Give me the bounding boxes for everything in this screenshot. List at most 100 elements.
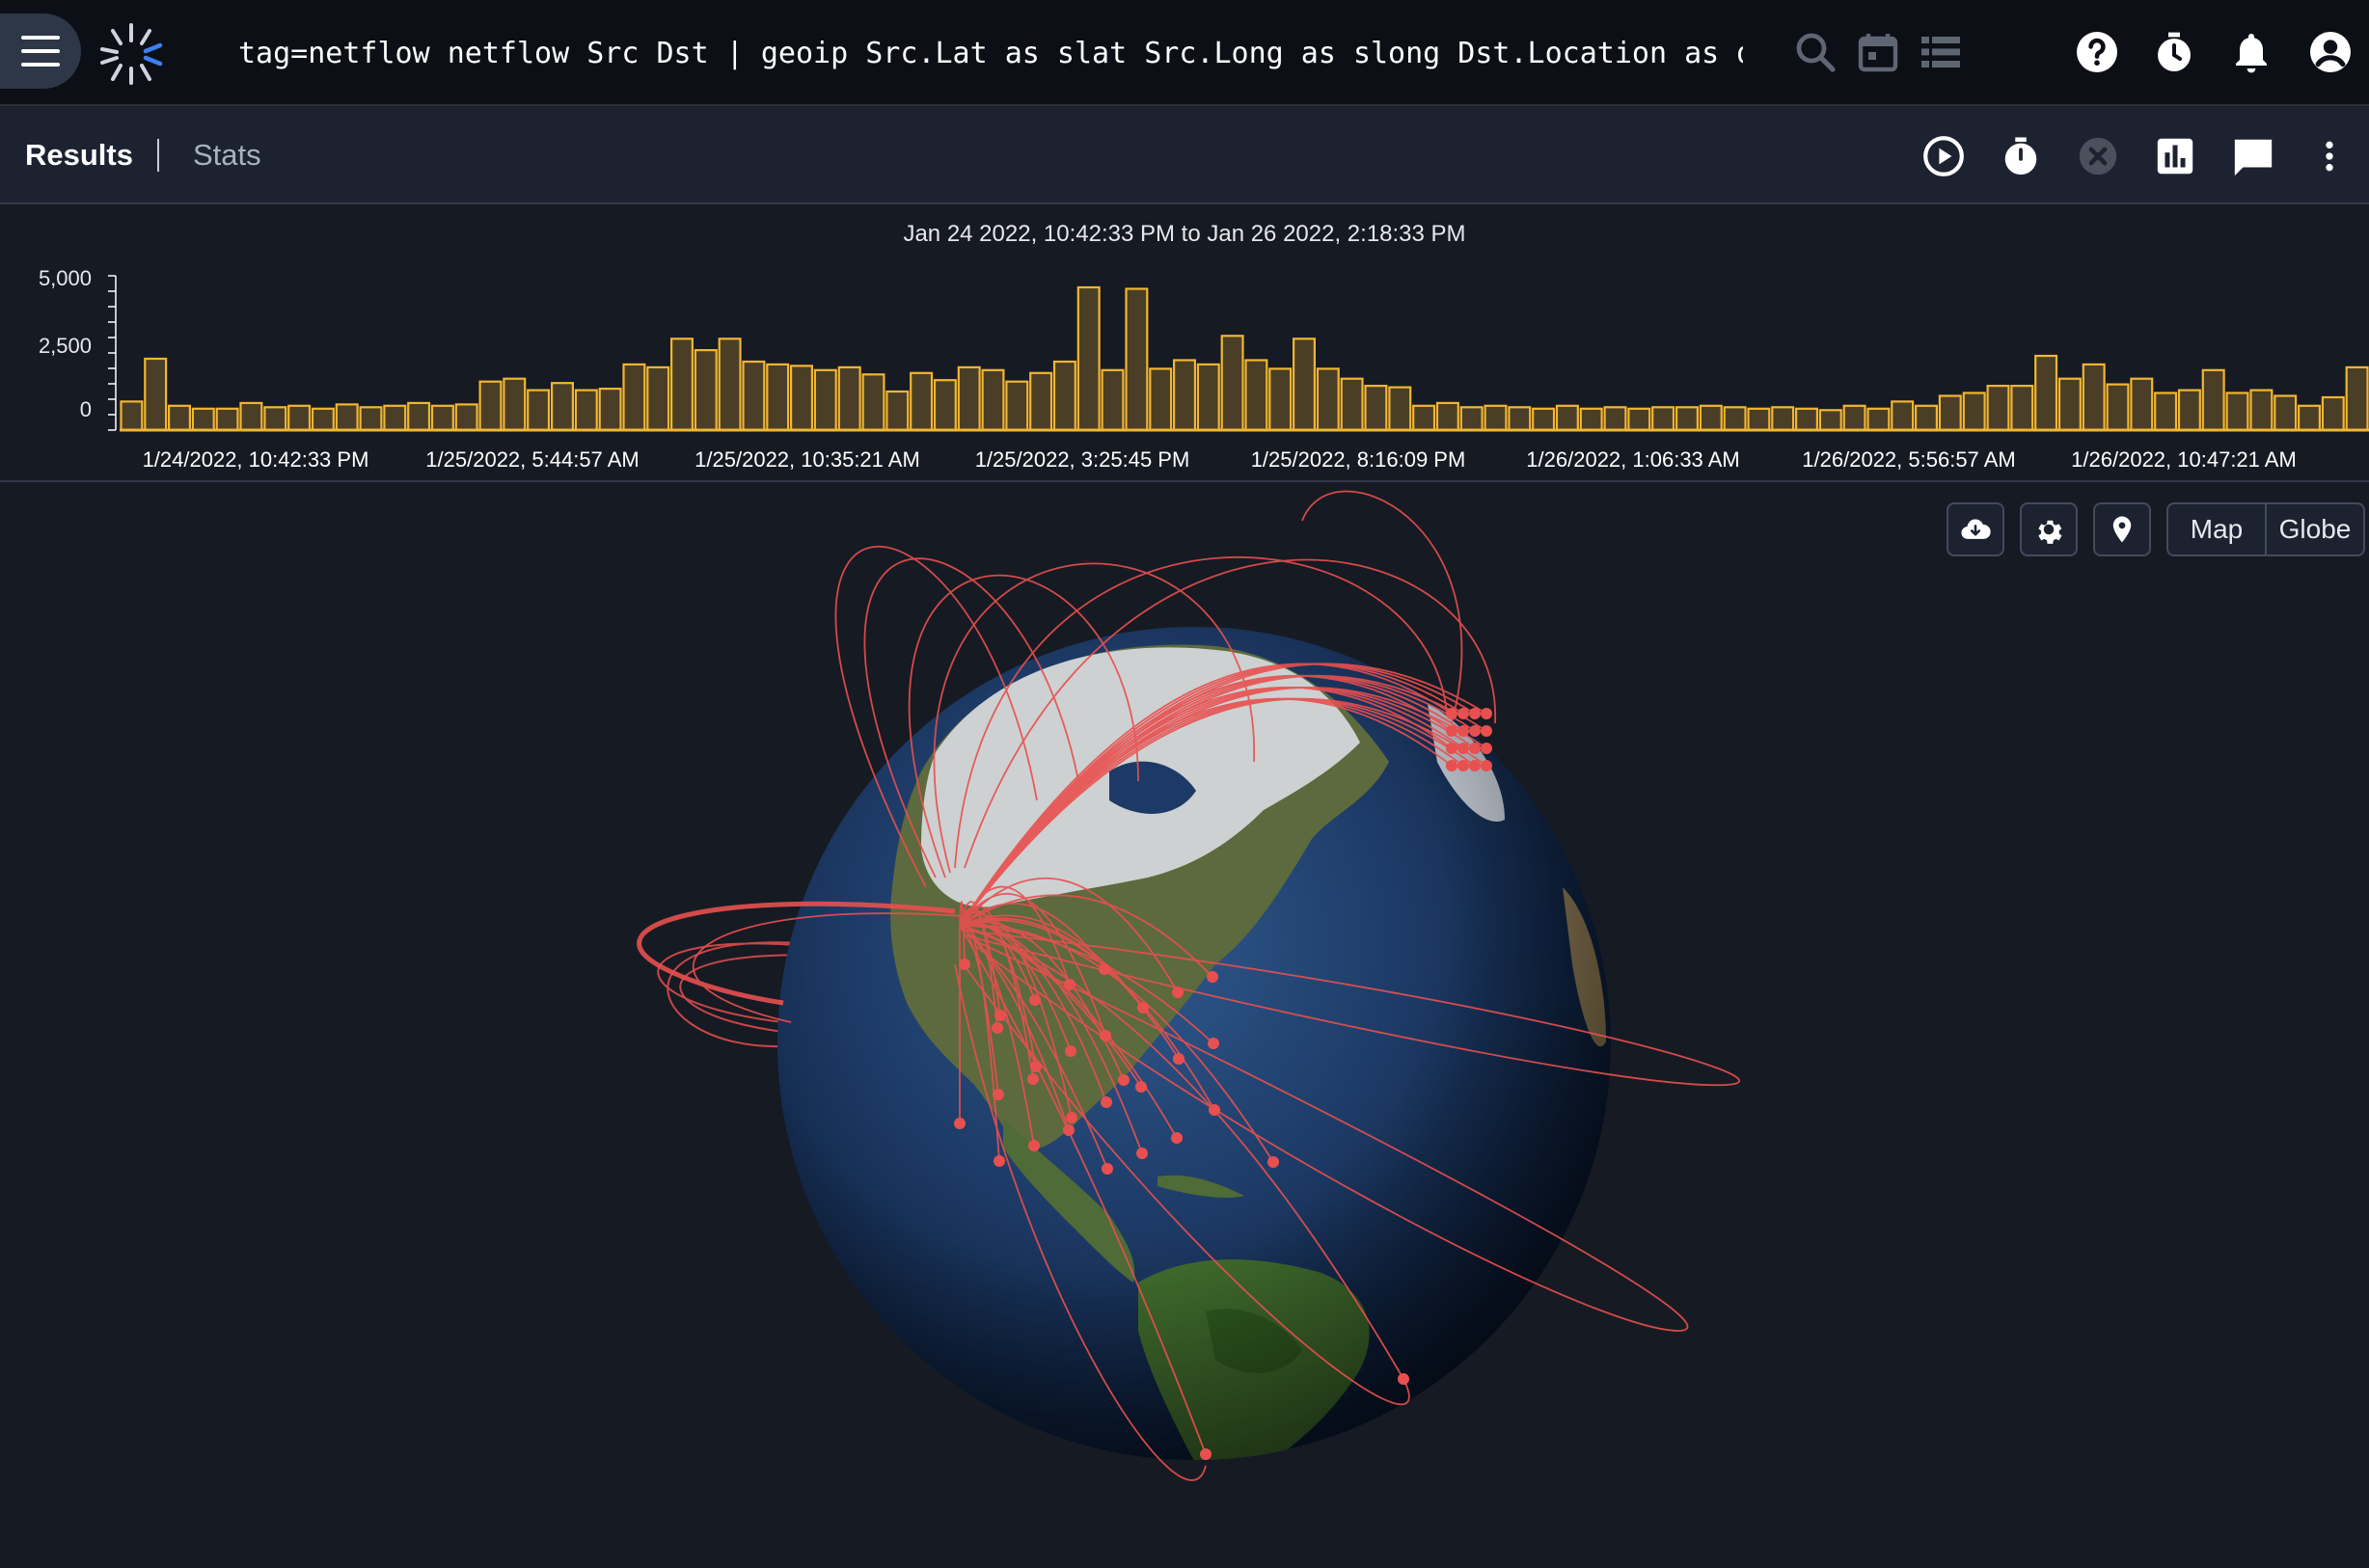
location-dot[interactable] [994,1010,1006,1021]
location-dot[interactable] [1481,708,1492,719]
histogram-bar[interactable] [287,404,312,432]
histogram-bar[interactable] [144,357,168,432]
location-dot[interactable] [1099,963,1110,975]
location-dot[interactable] [1481,760,1492,771]
histogram-bar[interactable] [1962,392,1986,432]
histogram-bar[interactable] [1029,371,1053,432]
play-circle-icon[interactable] [1921,134,1966,178]
histogram-bar[interactable] [742,360,766,432]
histogram-bar[interactable] [1412,404,1436,432]
location-dot[interactable] [1207,971,1218,983]
location-dot[interactable] [1102,1163,1113,1175]
stopwatch-icon[interactable] [1999,134,2043,178]
location-dot[interactable] [1063,1124,1075,1136]
location-dot[interactable] [1030,1061,1042,1072]
histogram-bar[interactable] [574,389,598,432]
location-button[interactable] [2093,502,2151,556]
histogram-bar[interactable] [1316,367,1340,432]
location-dot[interactable] [1171,1132,1183,1144]
location-dot[interactable] [1066,1112,1077,1123]
location-dot[interactable] [1481,725,1492,737]
location-dot[interactable] [1446,743,1457,754]
location-dot[interactable] [1064,979,1076,990]
location-dot[interactable] [992,1022,1003,1034]
histogram-bar[interactable] [1484,404,1508,432]
location-dot[interactable] [1469,725,1481,737]
location-dot[interactable] [1446,725,1457,737]
histogram-bar[interactable] [885,390,910,432]
histogram-bar[interactable] [1938,394,1962,432]
histogram-bar[interactable] [1340,377,1364,432]
histogram-bar[interactable] [933,379,957,432]
location-dot[interactable] [1267,1156,1279,1168]
histogram-bar[interactable] [239,401,263,432]
gravwell-logo[interactable] [96,19,166,89]
location-dot[interactable] [1457,725,1469,737]
histogram-bar[interactable] [1125,287,1149,432]
histogram-bar[interactable] [191,407,215,432]
location-dot[interactable] [1457,760,1469,771]
location-dot[interactable] [993,1089,1004,1100]
location-dot[interactable] [1457,743,1469,754]
histogram-bar[interactable] [335,403,359,432]
histogram-bar[interactable] [383,404,407,432]
help-icon[interactable] [2074,29,2120,75]
histogram-bar[interactable] [2034,354,2058,432]
histogram-bar[interactable] [550,382,574,432]
location-dot[interactable] [1027,1073,1039,1085]
location-dot[interactable] [994,1155,1005,1167]
location-dot[interactable] [1137,1002,1149,1014]
histogram-bar[interactable] [766,363,790,432]
histogram-bar[interactable] [1244,359,1268,432]
histogram-bar[interactable] [1651,406,1675,432]
histogram-bar[interactable] [311,407,335,432]
location-dot[interactable] [1029,994,1041,1006]
histogram-bar[interactable] [2345,365,2369,432]
download-button[interactable] [1947,502,2004,556]
histogram-bar[interactable] [1268,367,1293,432]
histogram-bar[interactable] [1794,407,1818,432]
histogram-bar[interactable] [1508,406,1532,432]
location-dot[interactable] [1200,1448,1212,1460]
histogram-bar[interactable] [359,406,383,432]
globe-map[interactable] [0,482,2369,1568]
histogram-bar[interactable] [1891,400,1915,432]
histogram-bar[interactable] [1388,386,1412,432]
comment-icon[interactable] [2231,134,2275,178]
location-dot[interactable] [1469,708,1481,719]
histogram-bar[interactable] [718,338,742,432]
location-dot[interactable] [1173,1053,1184,1065]
location-dot[interactable] [1100,1030,1111,1041]
histogram-bar[interactable] [2177,389,2201,432]
histogram-bar[interactable] [1986,385,2010,432]
histogram-bar[interactable] [861,373,885,432]
histogram-bar[interactable] [1723,406,1747,432]
globe-view-button[interactable]: Globe [2265,504,2363,554]
histogram-bar[interactable] [1292,338,1316,432]
query-input[interactable]: tag=netflow netflow Src Dst | geoip Src.… [238,35,1743,73]
histogram-bar[interactable] [1579,407,1603,432]
histogram-bar[interactable] [1435,401,1459,432]
histogram-bar[interactable] [1747,407,1771,432]
calendar-icon[interactable] [1855,29,1901,75]
histogram-bar[interactable] [503,377,527,432]
histogram-bar[interactable] [1603,406,1627,432]
histogram-bar[interactable] [2130,377,2154,432]
location-dot[interactable] [1469,760,1481,771]
histogram-bar[interactable] [1196,363,1220,432]
location-dot[interactable] [1209,1104,1220,1116]
list-icon[interactable] [1918,29,1964,75]
histogram-bar[interactable] [1771,406,1795,432]
location-dot[interactable] [1481,743,1492,754]
histogram-bar[interactable] [1818,409,1842,432]
location-dot[interactable] [1208,1038,1219,1049]
histogram-bar[interactable] [1172,359,1196,432]
location-dot[interactable] [954,1118,966,1129]
histogram-bar[interactable] [120,400,144,432]
histogram-bar[interactable] [1459,406,1484,432]
histogram-bar[interactable] [1364,385,1388,432]
histogram-bar[interactable] [430,404,454,432]
chart-icon[interactable] [2153,134,2197,178]
location-dot[interactable] [1136,1148,1148,1159]
settings-button[interactable] [2020,502,2078,556]
